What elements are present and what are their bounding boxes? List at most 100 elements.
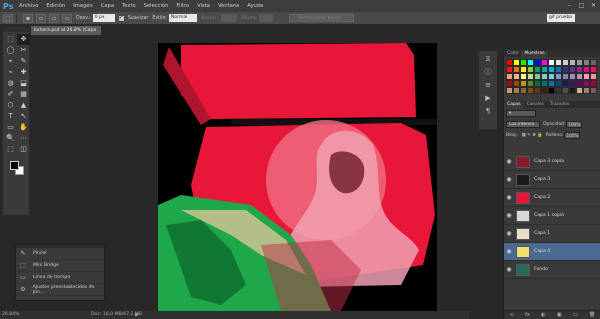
hand-tool-icon[interactable]: ✋	[17, 122, 30, 133]
layer-row[interactable]: ◉ Capa 1	[504, 225, 600, 243]
delete-layer-icon[interactable]: 🗑	[589, 312, 595, 318]
foreground-color[interactable]	[10, 161, 19, 170]
swatch[interactable]	[520, 80, 527, 87]
heal-tool-icon[interactable]: ⌁	[4, 67, 17, 78]
swatch[interactable]	[513, 87, 520, 94]
swatch[interactable]	[541, 66, 548, 73]
document-tab[interactable]: liuhera.psd al 26,8% (Capa 4, RGB/8)×	[31, 26, 101, 42]
fill-field[interactable]: 100%	[564, 132, 581, 139]
layer-row[interactable]: ◉ Capa 3	[504, 171, 600, 189]
brush-tool-icon[interactable]: ✎	[17, 56, 30, 67]
adjustment-layer-icon[interactable]: ◐	[541, 312, 545, 318]
more-tool-icon[interactable]: ⋯	[17, 133, 30, 144]
menu-seleccion[interactable]: Selección	[140, 3, 173, 9]
zoom-tool-icon[interactable]: 🔍	[4, 133, 17, 144]
swatch[interactable]	[548, 66, 555, 73]
mask-icon[interactable]: ▣	[557, 312, 562, 318]
swatch[interactable]	[569, 87, 576, 94]
swatch[interactable]	[555, 80, 562, 87]
swatch[interactable]	[590, 80, 597, 87]
layer-row[interactable]: ◉ Capa 1 copia	[504, 207, 600, 225]
pencil-tool-icon[interactable]: ✐	[4, 89, 17, 100]
layer-filter-select[interactable]: ▾	[506, 110, 536, 117]
marquee-tool-icon[interactable]: ✥	[17, 34, 30, 45]
clone-tool-icon[interactable]: ✚	[17, 67, 30, 78]
menu-ayuda[interactable]: Ayuda	[243, 3, 267, 9]
swatch[interactable]	[513, 80, 520, 87]
tab-layers[interactable]: Capas	[504, 102, 524, 108]
swatch[interactable]	[541, 59, 548, 66]
menu-ventana[interactable]: Ventana	[214, 3, 243, 9]
menu-archivo[interactable]: Archivo	[15, 3, 42, 9]
swatch[interactable]	[562, 80, 569, 87]
blur-tool-icon[interactable]: ⬡	[4, 100, 17, 111]
swatch[interactable]	[541, 73, 548, 80]
menu-capa[interactable]: Capa	[97, 3, 118, 9]
minimize-icon[interactable]: –	[565, 1, 574, 10]
feather-field[interactable]: 0 px	[92, 14, 115, 22]
swatch[interactable]	[513, 73, 520, 80]
gradient-tool-icon[interactable]: ▦	[17, 89, 30, 100]
swatch[interactable]	[583, 59, 590, 66]
swatch[interactable]	[506, 87, 513, 94]
eraser-tool-icon[interactable]: ⬓	[17, 78, 30, 89]
swatch[interactable]	[541, 80, 548, 87]
eye-icon[interactable]: ◉	[504, 230, 514, 237]
swatch[interactable]	[520, 59, 527, 66]
swatch[interactable]	[569, 66, 576, 73]
panel-item-brush-presets[interactable]: ⚙ Ajustes preestablecidos de pin...	[16, 284, 104, 296]
menu-filtro[interactable]: Filtro	[172, 3, 193, 9]
swatch[interactable]	[506, 80, 513, 87]
swatch[interactable]	[576, 80, 583, 87]
swatch[interactable]	[548, 87, 555, 94]
properties-icon[interactable]: ≡	[479, 80, 497, 90]
swatch[interactable]	[569, 73, 576, 80]
swatch[interactable]	[562, 73, 569, 80]
add-selection-icon[interactable]: ▫	[36, 13, 46, 23]
swatch[interactable]	[555, 66, 562, 73]
swatch[interactable]	[527, 73, 534, 80]
link-layers-icon[interactable]: ∞	[510, 312, 514, 318]
panel-item-timeline[interactable]: ▭ Línea de tiempo	[16, 272, 104, 284]
opacity-field[interactable]: 100%	[566, 121, 583, 128]
type-tool-icon[interactable]: T	[4, 111, 17, 122]
swatch[interactable]	[583, 80, 590, 87]
shape-tool-icon[interactable]: ▭	[4, 122, 17, 133]
swatch[interactable]	[555, 73, 562, 80]
blend-mode-select[interactable]: Luz intensa	[506, 121, 540, 128]
new-layer-icon[interactable]: ▭	[573, 312, 578, 318]
swatch[interactable]	[534, 80, 541, 87]
panel-item-mini-bridge[interactable]: ⬚ Mini Bridge	[16, 260, 104, 272]
swatch[interactable]	[513, 59, 520, 66]
eye-icon[interactable]: ◉	[504, 248, 514, 255]
swatch[interactable]	[555, 87, 562, 94]
crop-tool-icon[interactable]: ✂	[17, 45, 30, 56]
screen-mode-tool-icon[interactable]: ⬚	[4, 144, 17, 155]
eye-icon[interactable]: ◉	[504, 176, 514, 183]
swatch[interactable]	[583, 66, 590, 73]
swatch[interactable]	[590, 73, 597, 80]
swatch[interactable]	[576, 66, 583, 73]
zoom-level[interactable]: 26,84%	[2, 311, 20, 319]
lasso-tool-icon[interactable]: ◯	[4, 45, 17, 56]
swatch[interactable]	[576, 73, 583, 80]
swatch[interactable]	[520, 66, 527, 73]
anti-alias-checkbox[interactable]	[118, 14, 124, 21]
layer-row[interactable]: ◉ Capa 4	[504, 243, 600, 261]
swatch[interactable]	[534, 59, 541, 66]
move-tool-icon[interactable]: ⬚	[4, 34, 17, 45]
close-icon[interactable]: ✕	[589, 1, 598, 10]
menu-vista[interactable]: Vista	[193, 3, 214, 9]
swatch[interactable]	[527, 66, 534, 73]
swatch[interactable]	[583, 73, 590, 80]
maximize-icon[interactable]: □	[577, 1, 586, 10]
swatch[interactable]	[548, 73, 555, 80]
swatch[interactable]	[569, 59, 576, 66]
swatch[interactable]	[527, 59, 534, 66]
swatch[interactable]	[527, 87, 534, 94]
swatch[interactable]	[527, 80, 534, 87]
history-icon[interactable]: ⧖	[479, 54, 497, 64]
workspace-select[interactable]: gif prueba	[547, 14, 575, 22]
swatch[interactable]	[520, 87, 527, 94]
eye-icon[interactable]: ◉	[504, 158, 514, 165]
